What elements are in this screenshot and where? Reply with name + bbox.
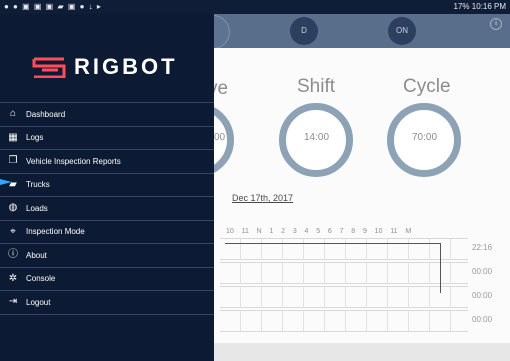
menu-item-label: Trucks — [26, 180, 50, 190]
rigbot-logo — [32, 57, 66, 78]
menu-item-label: Console — [26, 274, 56, 284]
menu-item-loads[interactable]: ◍ Loads — [0, 197, 214, 221]
navigation-drawer: RIGBOT ⌂ Dashboard ▦ Logs ❐ Vehicle Insp… — [0, 14, 214, 361]
menu-item-logs[interactable]: ▦ Logs — [0, 127, 214, 150]
home-icon: ⌂ — [9, 108, 17, 120]
menu-item-label: Loads — [26, 203, 48, 213]
total-sleeper: 00:00 — [472, 267, 493, 276]
hour-label: 8 — [351, 228, 356, 235]
drive-value: 00 — [214, 132, 226, 143]
load-icon: ◍ — [8, 202, 18, 214]
hour-label: 10 — [226, 228, 234, 235]
brand-name: RIGBOT — [74, 54, 178, 79]
shift-value: 14:00 — [304, 132, 330, 143]
info-icon[interactable]: i — [490, 18, 502, 30]
hour-label: 2 — [281, 228, 286, 235]
hour-label: 9 — [362, 228, 367, 235]
cycle-title: Cycle — [403, 76, 451, 97]
info-icon: ⓘ — [8, 249, 18, 261]
menu-item-trucks[interactable]: ▰ Trucks — [0, 174, 214, 197]
logout-icon: ⇥ — [8, 296, 18, 308]
total-on-duty: 00:00 — [472, 315, 493, 324]
brand: RIGBOT — [32, 54, 202, 82]
pointer-arrow-icon — [0, 179, 12, 185]
hour-label: 7 — [339, 228, 344, 235]
cycle-value: 70:00 — [412, 132, 438, 143]
status-right: 17% 10:16 PM — [453, 2, 506, 11]
menu-item-about[interactable]: ⓘ About — [0, 244, 214, 268]
log-row-on-duty — [220, 310, 468, 332]
total-driving: 00:00 — [472, 291, 493, 300]
total-off: 22:16 — [472, 243, 493, 252]
hour-label: 5 — [316, 228, 321, 235]
bottom-strip — [214, 343, 510, 361]
menu-item-label: About — [26, 250, 47, 260]
hour-label: 11 — [390, 228, 398, 235]
menu-item-label: Logs — [26, 133, 44, 143]
map-pin-icon: ⌖ — [10, 225, 16, 237]
log-row-off — [220, 238, 468, 260]
log-row-driving — [220, 286, 468, 308]
calendar-icon: ▦ — [8, 131, 18, 143]
hour-label: 11 — [241, 228, 249, 235]
status-bar: ● ● ▣ ▣ ▣ ▰ ▣ ● ↓ ▸ 17% 10:16 PM — [0, 0, 510, 14]
menu-item-logout[interactable]: ⇥ Logout — [0, 291, 214, 315]
duty-line — [440, 243, 441, 293]
menu-item-inspection-mode[interactable]: ⌖ Inspection Mode — [0, 221, 214, 244]
hour-label: 6 — [327, 228, 332, 235]
menu-item-console[interactable]: ✲ Console — [0, 268, 214, 291]
menu-item-label: Logout — [26, 297, 51, 307]
shift-title: Shift — [297, 76, 336, 97]
hour-label: 4 — [304, 228, 309, 235]
timeline-hours: 10 11 N 1 2 3 4 5 6 7 8 9 10 11 M — [226, 228, 411, 235]
menu-item-label: Vehicle Inspection Reports — [26, 156, 121, 166]
bug-icon: ✲ — [8, 272, 18, 284]
log-row-sleeper — [220, 262, 468, 284]
hour-label: 1 — [269, 228, 274, 235]
hour-label: 3 — [292, 228, 297, 235]
drawer-menu: ⌂ Dashboard ▦ Logs ❐ Vehicle Inspection … — [0, 102, 214, 315]
menu-item-vehicle-inspection-reports[interactable]: ❐ Vehicle Inspection Reports — [0, 150, 214, 174]
duty-status-driving-button[interactable]: D — [290, 17, 318, 45]
hour-label: M — [405, 228, 412, 235]
copy-icon: ❐ — [8, 155, 18, 167]
duty-line — [225, 243, 441, 244]
hour-label: N — [256, 228, 262, 235]
status-icons-left: ● ● ▣ ▣ ▣ ▰ ▣ ● ↓ ▸ — [4, 2, 102, 11]
duty-status-on-duty-button[interactable]: ON — [388, 17, 416, 45]
hour-label: 10 — [374, 228, 383, 235]
menu-item-label: Dashboard — [26, 109, 66, 119]
menu-item-label: Inspection Mode — [26, 227, 85, 237]
menu-item-dashboard[interactable]: ⌂ Dashboard — [0, 102, 214, 127]
log-date-link[interactable]: Dec 17th, 2017 — [232, 193, 293, 203]
